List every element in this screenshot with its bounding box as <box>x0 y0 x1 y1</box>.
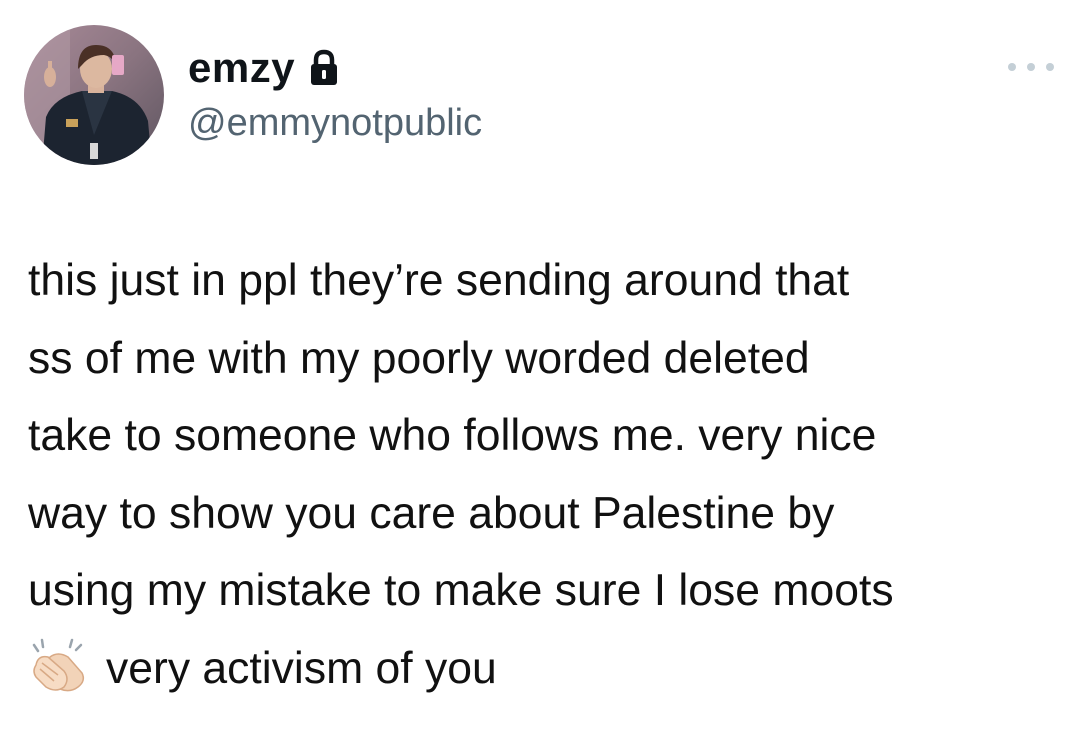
tweet-text-line: using my mistake to make sure I lose moo… <box>28 566 894 615</box>
more-dot <box>1008 63 1016 71</box>
tweet-text-line: this just in ppl they’re sending around … <box>28 256 850 305</box>
tweet-text-line: ss of me with my poorly worded deleted <box>28 333 810 383</box>
tweet-text-line-last: very activism of you <box>28 630 1058 708</box>
display-name-row: emzy <box>188 42 339 94</box>
more-options-icon[interactable] <box>1008 57 1054 77</box>
more-dot <box>1046 63 1054 71</box>
clapping-hands-icon <box>28 635 88 695</box>
tweet-text-line: very activism of you <box>106 643 497 693</box>
lock-icon <box>309 49 339 87</box>
display-name[interactable]: emzy <box>188 44 295 92</box>
tweet-text-line: take to someone who follows me. very nic… <box>28 411 877 460</box>
avatar[interactable] <box>24 25 164 165</box>
tweet-text-line: way to show you care about Palestine by <box>28 488 835 538</box>
tweet-text: this just in ppl they’re sending around … <box>28 242 1058 707</box>
more-dot <box>1027 63 1035 71</box>
username-handle[interactable]: @emmynotpublic <box>188 102 482 145</box>
